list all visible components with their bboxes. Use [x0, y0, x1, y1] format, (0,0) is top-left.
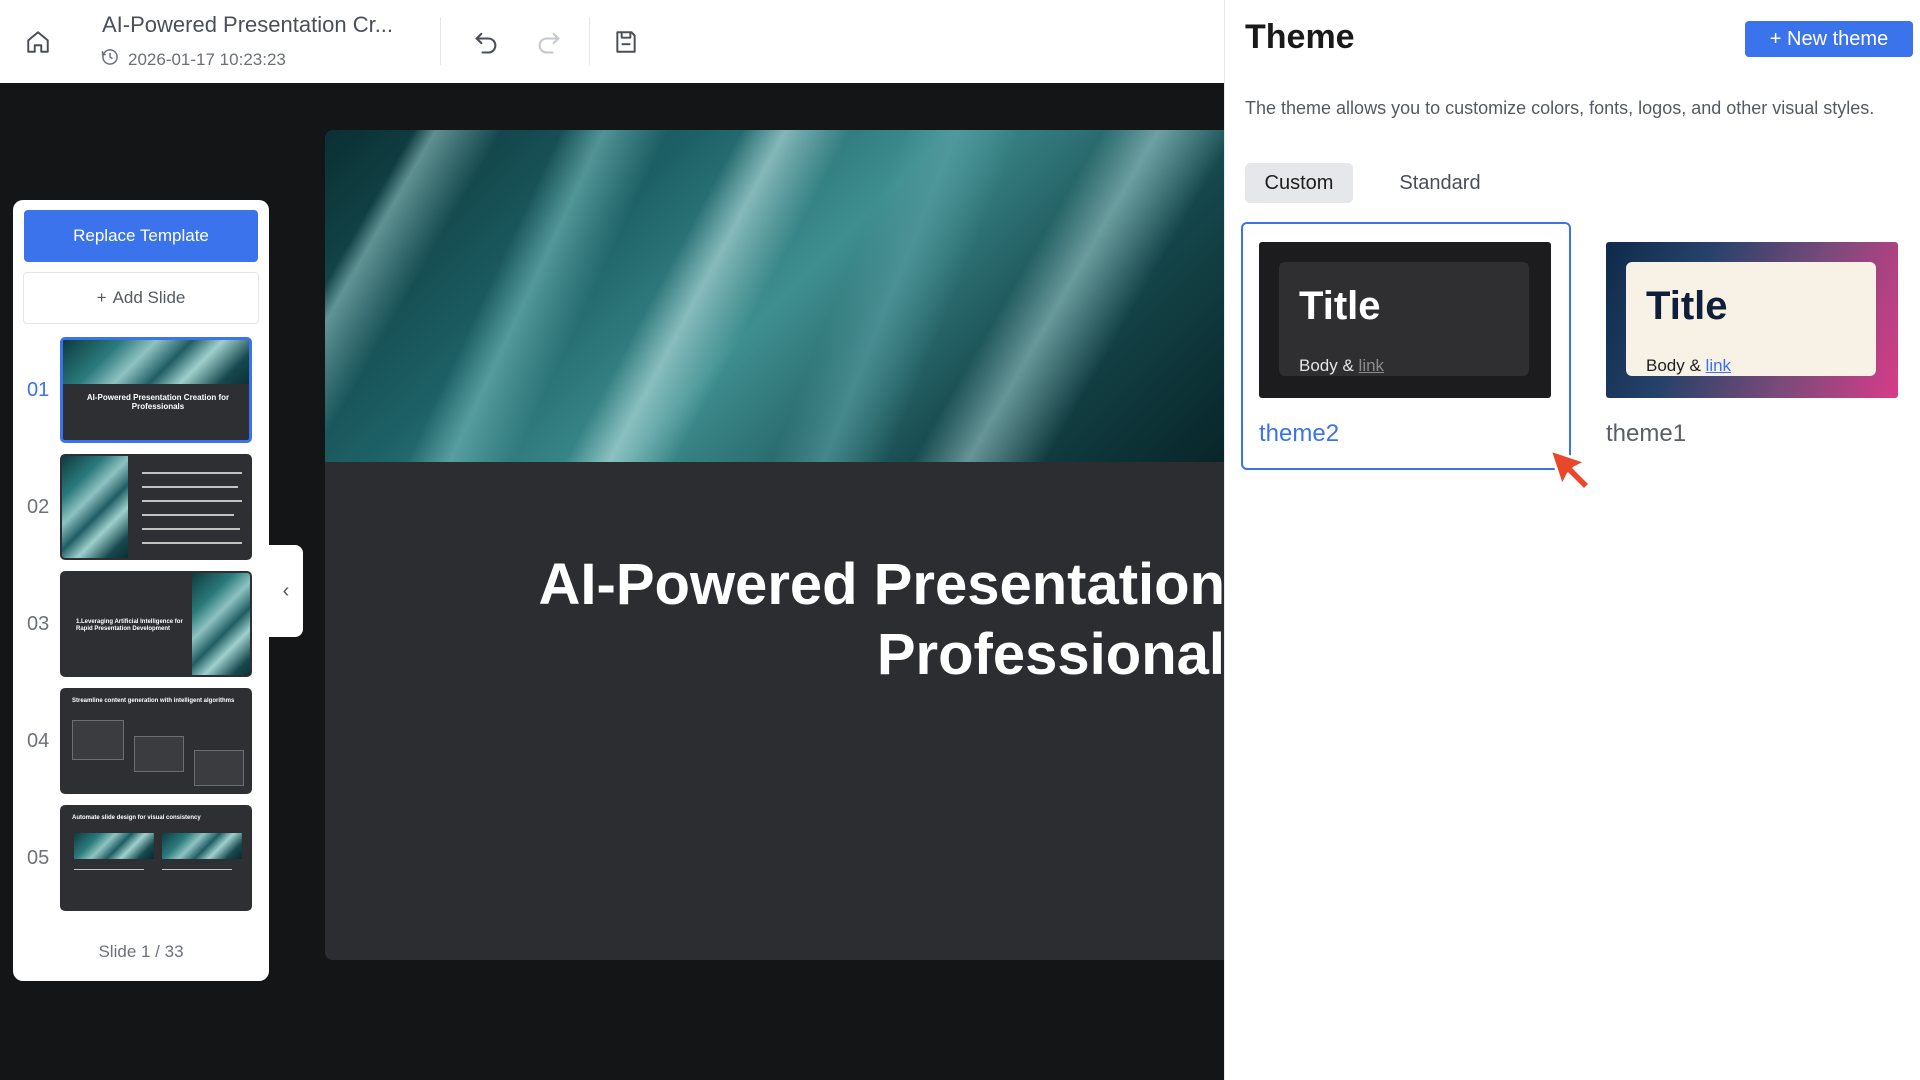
preview-body: Body & link — [1299, 356, 1384, 376]
slide-preview: Automate slide design for visual consist… — [60, 805, 252, 911]
undo-icon[interactable] — [466, 22, 506, 62]
history-icon — [100, 47, 120, 72]
slide-preview — [60, 454, 252, 560]
mouse-pointer-icon — [1546, 446, 1596, 496]
slide-number: 03 — [27, 613, 50, 635]
theme-preview-content: Title Body & link — [1626, 262, 1876, 376]
theme-card-theme2[interactable]: Title Body & link theme2 — [1241, 222, 1571, 470]
preview-link: link — [1358, 356, 1385, 375]
slide-thumbnail-03[interactable]: 03 1.Leveraging Artificial Intelligence … — [13, 571, 269, 679]
slide-hero-image — [325, 130, 1224, 462]
slide-preview: Streamline content generation with intel… — [60, 688, 252, 794]
panel-title: Theme — [1245, 18, 1355, 56]
slide-number: 05 — [27, 847, 50, 869]
slide-thumbnail-01[interactable]: 01 AI-Powered Presentation Creation for … — [13, 337, 269, 445]
document-timestamp[interactable]: 2026-01-17 10:23:23 — [100, 47, 286, 72]
collapse-panel-button[interactable]: ‹ — [269, 545, 303, 637]
slide-thumbnail-02[interactable]: 02 — [13, 454, 269, 562]
tab-custom[interactable]: Custom — [1245, 163, 1353, 203]
editor-area: AI-Powered Presentation Cr... 2026-01-17… — [0, 0, 1224, 1080]
add-slide-button[interactable]: + Add Slide — [23, 272, 259, 324]
divider — [440, 17, 441, 65]
theme-preview: Title Body & link — [1259, 242, 1551, 398]
slide-preview: AI-Powered Presentation Creation for Pro… — [60, 337, 252, 443]
slide-preview-title: 1.Leveraging Artificial Intelligence for… — [76, 619, 183, 632]
top-toolbar: AI-Powered Presentation Cr... 2026-01-17… — [0, 0, 1224, 83]
divider — [589, 17, 590, 65]
theme-description: The theme allows you to customize colors… — [1245, 98, 1875, 118]
slide-title-line-1[interactable]: AI-Powered Presentation — [325, 550, 1224, 620]
slide-canvas[interactable]: AI-Powered Presentation Professional — [325, 130, 1224, 960]
replace-template-button[interactable]: Replace Template — [24, 210, 258, 262]
theme-name: theme1 — [1606, 420, 1687, 447]
theme-preview-content: Title Body & link — [1279, 262, 1529, 376]
home-icon[interactable] — [18, 22, 58, 62]
slide-preview-title: Streamline content generation with intel… — [72, 698, 235, 704]
theme-name: theme2 — [1259, 420, 1340, 447]
preview-body-text: Body & — [1646, 356, 1701, 375]
document-title[interactable]: AI-Powered Presentation Cr... — [102, 12, 393, 38]
slide-list-panel: Replace Template + Add Slide 01 AI-Power… — [13, 200, 269, 981]
chevron-left-icon: ‹ — [282, 579, 290, 602]
slide-preview-title: Automate slide design for visual consist… — [72, 815, 201, 821]
slide-number: 01 — [27, 379, 50, 401]
preview-body: Body & link — [1646, 356, 1731, 376]
theme-preview: Title Body & link — [1606, 242, 1898, 398]
preview-body-text: Body & — [1299, 356, 1354, 375]
add-slide-label: Add Slide — [112, 288, 186, 307]
plus-icon: + — [96, 288, 107, 307]
slide-preview-title: AI-Powered Presentation Creation for Pro… — [86, 393, 230, 411]
slide-number: 04 — [27, 730, 50, 752]
slide-preview: 1.Leveraging Artificial Intelligence for… — [60, 571, 252, 677]
timestamp-text: 2026-01-17 10:23:23 — [128, 49, 286, 69]
redo-icon[interactable] — [529, 22, 569, 62]
slide-title-line-2[interactable]: Professional — [325, 620, 1224, 690]
theme-panel: Theme + New theme The theme allows you t… — [1224, 0, 1920, 1080]
new-theme-button[interactable]: + New theme — [1745, 21, 1913, 57]
theme-card-theme1[interactable]: Title Body & link theme1 — [1588, 222, 1918, 470]
tab-standard[interactable]: Standard — [1375, 163, 1505, 203]
save-icon[interactable] — [606, 22, 646, 62]
preview-title: Title — [1299, 284, 1381, 328]
preview-title: Title — [1646, 284, 1728, 328]
slide-thumbnail-04[interactable]: 04 Streamline content generation with in… — [13, 688, 269, 796]
preview-link: link — [1705, 356, 1732, 375]
slide-counter: Slide 1 / 33 — [98, 942, 184, 961]
slide-thumbnail-05[interactable]: 05 Automate slide design for visual cons… — [13, 805, 269, 913]
slide-number: 02 — [27, 496, 50, 518]
